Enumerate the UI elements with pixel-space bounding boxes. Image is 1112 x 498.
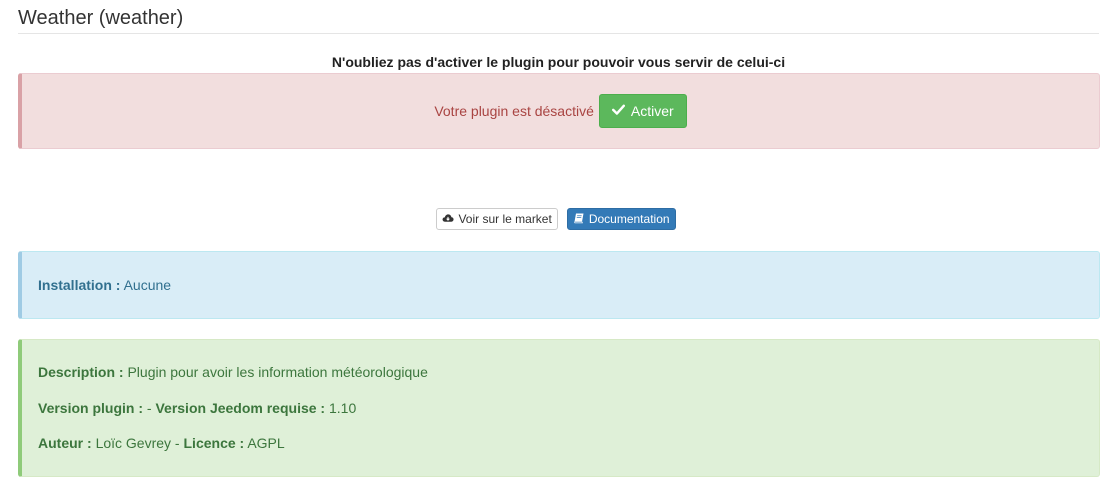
book-icon (573, 212, 585, 227)
description-value: Plugin pour avoir les information météor… (127, 364, 428, 380)
version-jeedom-value: 1.10 (328, 400, 357, 416)
description-line: Description : Plugin pour avoir les info… (38, 364, 428, 380)
license-label: Licence : (183, 435, 245, 451)
author-label: Auteur : (38, 435, 92, 451)
author-value: Loïc Gevrey (95, 435, 172, 451)
documentation-button[interactable]: Documentation (566, 208, 676, 230)
plugin-status-message: Votre plugin est désactivé (434, 103, 594, 119)
installation-label: Installation : (38, 277, 121, 293)
plugin-links: Voir sur le market Documentation (0, 208, 1112, 230)
activation-reminder: N'oubliez pas d'activer le plugin pour p… (331, 54, 786, 70)
version-plugin-label: Version plugin : (38, 400, 144, 416)
page-title: Weather (weather) (18, 6, 1099, 34)
plugin-info-panel: Description : Plugin pour avoir les info… (18, 339, 1100, 477)
description-label: Description : (38, 364, 124, 380)
check-icon (611, 103, 625, 119)
market-button-label: Voir sur le market (458, 212, 552, 226)
documentation-button-label: Documentation (588, 212, 670, 226)
activate-button-label: Activer (630, 103, 674, 119)
activate-button[interactable]: Activer (598, 94, 687, 128)
license-value: AGPL (247, 435, 285, 451)
installation-panel: Installation : Aucune (18, 251, 1100, 319)
version-plugin-value: - (146, 400, 152, 416)
version-line: Version plugin : - Version Jeedom requis… (38, 400, 356, 416)
plugin-status-alert: Votre plugin est désactivé Activer (18, 73, 1100, 149)
installation-value: Aucune (123, 277, 172, 293)
author-line: Auteur : Loïc Gevrey - Licence : AGPL (38, 435, 285, 451)
market-button[interactable]: Voir sur le market (436, 208, 558, 230)
cloud-download-icon (442, 212, 455, 227)
version-jeedom-label: Version Jeedom requise : (155, 400, 326, 416)
